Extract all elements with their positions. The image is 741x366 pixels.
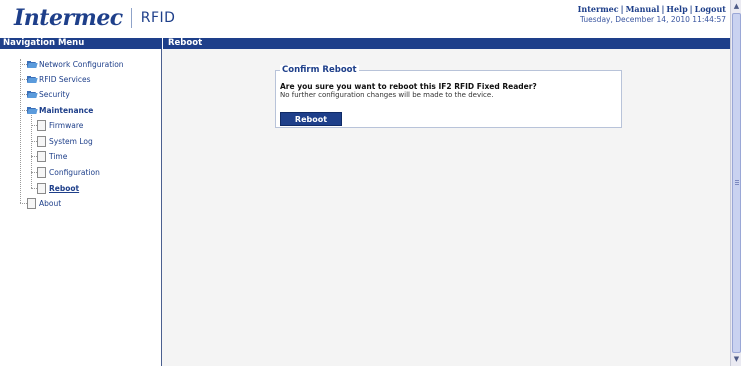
tree-connector	[20, 59, 21, 203]
navigation-sidebar: Network Configuration RFID Services Secu…	[0, 49, 162, 366]
logo-divider	[130, 8, 132, 28]
nav-item-system-log[interactable]: System Log	[37, 135, 93, 147]
nav-item-security[interactable]: Security	[27, 88, 70, 100]
tree-connector	[20, 110, 27, 111]
header-links: Intermec | Manual | Help | Logout Tuesday, Dec…	[578, 4, 726, 24]
nav-item-time[interactable]: Time	[37, 150, 67, 162]
nav-item-label: Maintenance	[39, 105, 94, 115]
nav-item-label: Reboot	[49, 183, 80, 193]
navigation-tree: Network Configuration RFID Services Secu…	[0, 49, 160, 219]
reboot-button[interactable]: Reboot	[280, 112, 342, 126]
content-title: Reboot	[162, 38, 730, 49]
tree-connector	[20, 79, 27, 80]
nav-item-label: Configuration	[49, 167, 100, 177]
page-icon	[37, 166, 46, 178]
nav-item-label: Network Configuration	[39, 59, 124, 69]
nav-item-label: About	[39, 198, 62, 208]
nav-item-reboot[interactable]: Reboot	[37, 182, 79, 194]
page-icon	[37, 135, 46, 147]
link-manual[interactable]: Manual	[626, 4, 660, 14]
logo-wordmark: Intermec	[14, 5, 123, 31]
current-datetime: Tuesday, December 14, 2010 11:44:57	[579, 15, 726, 24]
nav-item-rfid-services[interactable]: RFID Services	[27, 73, 91, 85]
nav-item-configuration[interactable]: Configuration	[37, 166, 100, 178]
link-logout[interactable]: Logout	[695, 4, 726, 14]
reboot-question: Are you sure you want to reboot this IF2…	[280, 82, 537, 91]
nav-item-label: System Log	[49, 136, 93, 146]
logo-product: RFID	[140, 10, 176, 26]
tree-connector	[20, 64, 27, 65]
nav-item-firmware[interactable]: Firmware	[37, 119, 83, 131]
page-icon	[37, 150, 46, 162]
link-intermec[interactable]: Intermec	[578, 4, 619, 14]
nav-item-label: Firmware	[49, 120, 84, 130]
nav-item-maintenance[interactable]: Maintenance	[27, 104, 93, 116]
page-icon	[37, 182, 46, 194]
nav-item-label: Time	[49, 151, 68, 161]
nav-item-label: RFID Services	[39, 74, 91, 84]
nav-item-about[interactable]: About	[27, 197, 61, 209]
page-icon	[37, 119, 46, 131]
top-links-row: Intermec | Manual | Help | Logout	[577, 4, 726, 14]
link-help[interactable]: Help	[666, 4, 687, 14]
intermec-rfid-logo[interactable]: Intermec RFID	[14, 5, 175, 31]
main-content: Confirm Reboot Are you sure you want to …	[162, 49, 730, 366]
tree-connector	[20, 203, 27, 204]
confirm-reboot-title: Confirm Reboot	[280, 65, 359, 75]
nav-item-label: Security	[39, 89, 70, 99]
page-header: Intermec RFID Intermec | Manual | Help | Logou…	[0, 0, 730, 38]
folder-icon	[27, 90, 38, 98]
reboot-note: No further configuration changes will be…	[280, 91, 494, 99]
page-icon	[27, 197, 36, 209]
scroll-down-arrow-icon[interactable]: ▼	[732, 355, 741, 364]
confirm-reboot-panel: Confirm Reboot Are you sure you want to …	[275, 65, 622, 128]
navigation-menu-title: Navigation Menu	[0, 38, 162, 49]
folder-open-icon	[27, 106, 38, 114]
scroll-up-arrow-icon[interactable]: ▲	[732, 2, 741, 11]
folder-icon	[27, 75, 38, 83]
folder-icon	[27, 60, 38, 68]
nav-item-network-configuration[interactable]: Network Configuration	[27, 58, 124, 70]
vertical-scrollbar[interactable]: ▲ ▼	[730, 0, 741, 366]
scrollbar-thumb[interactable]	[732, 13, 741, 353]
tree-connector	[20, 94, 27, 95]
